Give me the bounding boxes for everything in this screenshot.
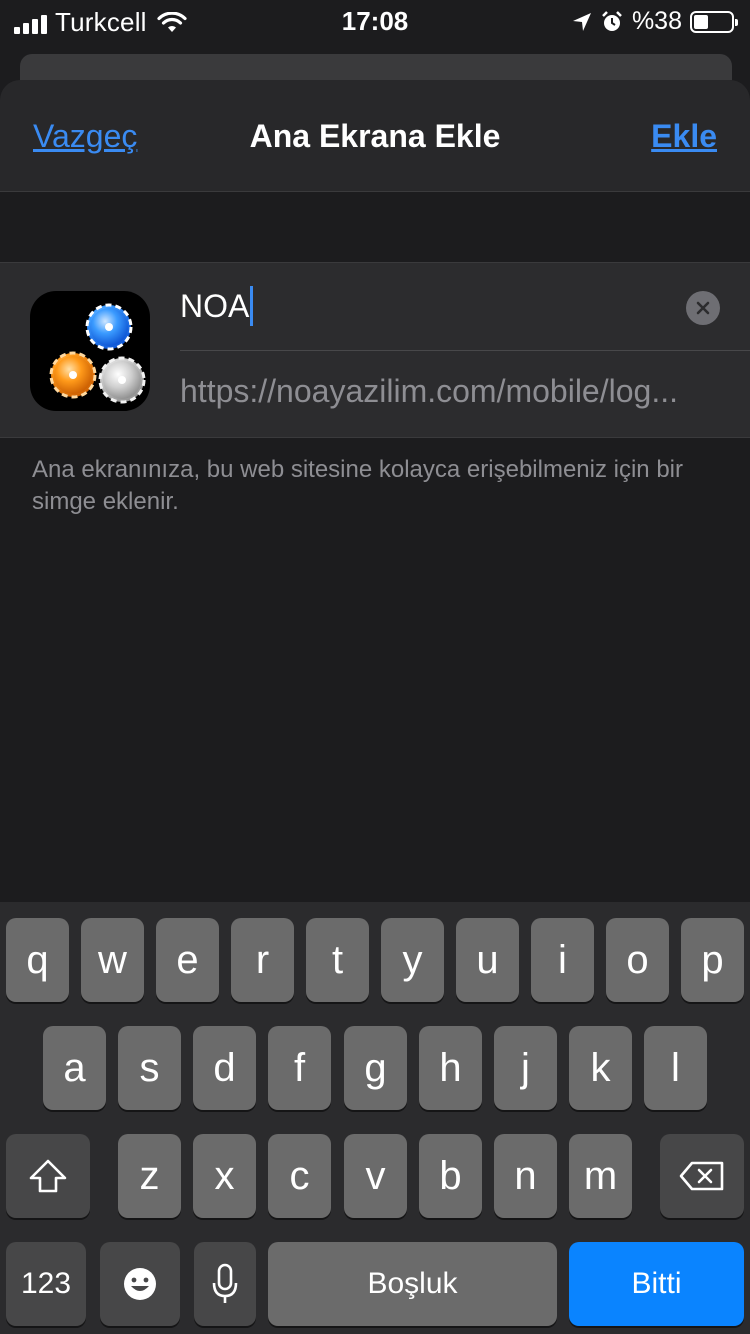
key-c[interactable]: c xyxy=(268,1134,331,1218)
key-j[interactable]: j xyxy=(494,1026,557,1110)
clear-icon xyxy=(696,301,710,315)
battery-percent: %38 xyxy=(631,7,682,35)
key-h[interactable]: h xyxy=(419,1026,482,1110)
shift-icon xyxy=(29,1159,67,1193)
cancel-button[interactable]: Vazgeç xyxy=(33,118,137,155)
backspace-icon xyxy=(679,1161,724,1191)
battery-icon xyxy=(690,10,738,33)
name-field-row: NOA xyxy=(180,263,750,351)
text-caret xyxy=(250,286,254,326)
key-m[interactable]: m xyxy=(569,1134,632,1218)
key-d[interactable]: d xyxy=(193,1026,256,1110)
key-e[interactable]: e xyxy=(156,918,219,1002)
url-label: https://noayazilim.com/mobile/log... xyxy=(180,373,678,409)
name-input-value: NOA xyxy=(180,287,250,324)
bookmark-form: NOA https://noayazilim.com/mobile/log... xyxy=(0,262,750,438)
add-button[interactable]: Ekle xyxy=(651,118,717,155)
key-a[interactable]: a xyxy=(43,1026,106,1110)
emoji-key[interactable] xyxy=(100,1242,180,1326)
location-icon xyxy=(572,12,591,31)
numbers-key[interactable]: 123 xyxy=(6,1242,86,1326)
key-i[interactable]: i xyxy=(531,918,594,1002)
key-g[interactable]: g xyxy=(344,1026,407,1110)
keyboard: q w e r t y u i o p a s d f g h j k l z … xyxy=(0,902,750,1334)
space-key[interactable]: Boşluk xyxy=(268,1242,557,1326)
clear-button[interactable] xyxy=(686,291,720,325)
done-key[interactable]: Bitti xyxy=(569,1242,744,1326)
shift-key[interactable] xyxy=(6,1134,90,1218)
key-s[interactable]: s xyxy=(118,1026,181,1110)
key-f[interactable]: f xyxy=(268,1026,331,1110)
key-v[interactable]: v xyxy=(344,1134,407,1218)
app-gear-icon xyxy=(30,291,150,411)
emoji-icon xyxy=(124,1268,156,1300)
key-u[interactable]: u xyxy=(456,918,519,1002)
key-n[interactable]: n xyxy=(494,1134,557,1218)
description-text: Ana ekranınıza, bu web sitesine kolayca … xyxy=(32,456,683,515)
key-x[interactable]: x xyxy=(193,1134,256,1218)
key-r[interactable]: r xyxy=(231,918,294,1002)
key-q[interactable]: q xyxy=(6,918,69,1002)
key-l[interactable]: l xyxy=(644,1026,707,1110)
name-input[interactable]: NOA xyxy=(180,283,254,329)
backspace-key[interactable] xyxy=(660,1134,744,1218)
status-right: %38 xyxy=(572,7,738,36)
key-b[interactable]: b xyxy=(419,1134,482,1218)
key-y[interactable]: y xyxy=(381,918,444,1002)
key-p[interactable]: p xyxy=(681,918,744,1002)
key-z[interactable]: z xyxy=(118,1134,181,1218)
status-bar: Turkcell 17:08 %38 xyxy=(0,0,750,42)
key-t[interactable]: t xyxy=(306,918,369,1002)
key-w[interactable]: w xyxy=(81,918,144,1002)
nav-bar: Vazgeç Ana Ekrana Ekle Ekle xyxy=(0,80,750,192)
key-k[interactable]: k xyxy=(569,1026,632,1110)
dictation-key[interactable] xyxy=(194,1242,256,1326)
key-o[interactable]: o xyxy=(606,918,669,1002)
microphone-icon xyxy=(212,1263,238,1303)
alarm-icon xyxy=(602,10,622,31)
